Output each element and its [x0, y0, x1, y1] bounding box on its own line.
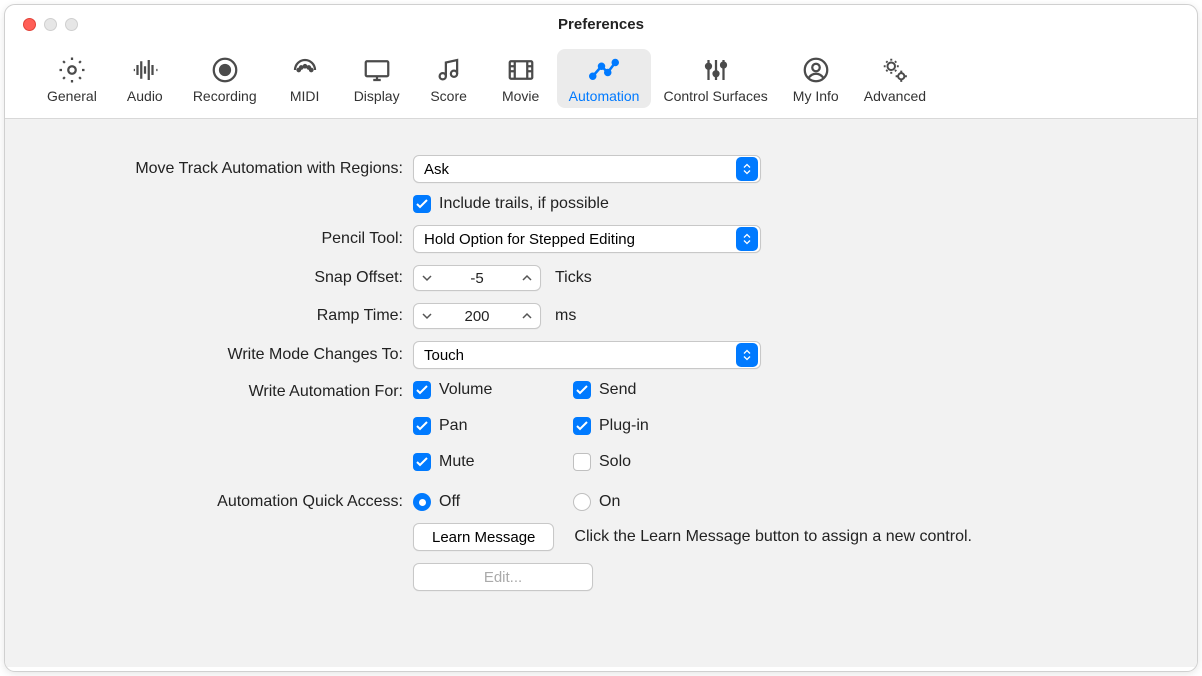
window-controls [23, 18, 78, 31]
write-mute-label: Mute [439, 453, 475, 471]
tab-label: Display [354, 88, 400, 104]
tab-midi[interactable]: MIDI [269, 49, 341, 108]
movie-icon [506, 55, 536, 85]
write-mode-value: Touch [424, 347, 728, 364]
tab-my-info[interactable]: My Info [780, 49, 852, 108]
automation-pane: Move Track Automation with Regions: Ask [5, 119, 1197, 667]
quick-access-on-label: On [599, 493, 620, 511]
automation-icon [589, 55, 619, 85]
tab-label: General [47, 88, 97, 104]
radio-icon [573, 493, 591, 511]
tab-control-surfaces[interactable]: Control Surfaces [651, 49, 779, 108]
include-trails-checkbox[interactable]: Include trails, if possible [413, 195, 609, 213]
checkbox-icon [573, 417, 591, 435]
tab-label: Score [430, 88, 467, 104]
write-mute-checkbox[interactable]: Mute [413, 453, 533, 471]
write-volume-label: Volume [439, 381, 492, 399]
snap-offset-stepper[interactable]: -5 [413, 265, 541, 291]
checkbox-icon [413, 453, 431, 471]
stepper-up-icon[interactable] [514, 266, 540, 290]
gear-icon [57, 55, 87, 85]
write-plugin-checkbox[interactable]: Plug-in [573, 417, 693, 435]
write-pan-label: Pan [439, 417, 467, 435]
checkbox-icon [573, 381, 591, 399]
popup-arrows-icon [736, 157, 758, 181]
radio-icon [413, 493, 431, 511]
midi-icon [290, 55, 320, 85]
zoom-button[interactable] [65, 18, 78, 31]
record-icon [210, 55, 240, 85]
user-icon [801, 55, 831, 85]
stepper-up-icon[interactable] [514, 304, 540, 328]
tab-audio[interactable]: Audio [109, 49, 181, 108]
tab-label: Movie [502, 88, 539, 104]
gears-icon [880, 55, 910, 85]
write-plugin-label: Plug-in [599, 417, 649, 435]
toolbar: General Audio Recording MIDI Display [5, 43, 1197, 119]
stepper-down-icon[interactable] [414, 266, 440, 290]
popup-arrows-icon [736, 343, 758, 367]
popup-arrows-icon [736, 227, 758, 251]
sliders-icon [701, 55, 731, 85]
window-title: Preferences [558, 16, 644, 33]
snap-offset-label: Snap Offset: [41, 269, 413, 287]
ramp-time-value: 200 [440, 308, 514, 325]
ramp-time-stepper[interactable]: 200 [413, 303, 541, 329]
pencil-tool-label: Pencil Tool: [41, 230, 413, 248]
move-track-label: Move Track Automation with Regions: [41, 160, 413, 178]
write-mode-popup[interactable]: Touch [413, 341, 761, 369]
move-track-value: Ask [424, 161, 728, 178]
write-solo-label: Solo [599, 453, 631, 471]
checkbox-icon [413, 417, 431, 435]
learn-message-button[interactable]: Learn Message [413, 523, 554, 551]
tab-label: Recording [193, 88, 257, 104]
quick-access-off-radio[interactable]: Off [413, 493, 533, 511]
snap-offset-value: -5 [440, 270, 514, 287]
write-pan-checkbox[interactable]: Pan [413, 417, 533, 435]
tab-label: Control Surfaces [663, 88, 767, 104]
titlebar: Preferences [5, 5, 1197, 43]
quick-access-off-label: Off [439, 493, 460, 511]
learn-hint: Click the Learn Message button to assign… [574, 528, 972, 546]
write-solo-checkbox[interactable]: Solo [573, 453, 693, 471]
tab-recording[interactable]: Recording [181, 49, 269, 108]
tab-advanced[interactable]: Advanced [852, 49, 938, 108]
write-for-label: Write Automation For: [41, 381, 413, 401]
stepper-down-icon[interactable] [414, 304, 440, 328]
ramp-time-label: Ramp Time: [41, 307, 413, 325]
edit-button[interactable]: Edit... [413, 563, 593, 591]
waveform-icon [130, 55, 160, 85]
write-send-checkbox[interactable]: Send [573, 381, 693, 399]
tab-general[interactable]: General [35, 49, 109, 108]
ramp-time-unit: ms [555, 307, 576, 325]
display-icon [362, 55, 392, 85]
tab-automation[interactable]: Automation [557, 49, 652, 108]
checkbox-icon [413, 195, 431, 213]
write-send-label: Send [599, 381, 636, 399]
tab-movie[interactable]: Movie [485, 49, 557, 108]
checkbox-icon [413, 381, 431, 399]
tab-label: My Info [793, 88, 839, 104]
tab-label: Advanced [864, 88, 926, 104]
checkbox-icon [573, 453, 591, 471]
tab-label: Automation [569, 88, 640, 104]
quick-access-label: Automation Quick Access: [41, 493, 413, 511]
tab-display[interactable]: Display [341, 49, 413, 108]
pencil-tool-popup[interactable]: Hold Option for Stepped Editing [413, 225, 761, 253]
score-icon [434, 55, 464, 85]
tab-label: MIDI [290, 88, 320, 104]
include-trails-label: Include trails, if possible [439, 195, 609, 213]
snap-offset-unit: Ticks [555, 269, 592, 287]
quick-access-on-radio[interactable]: On [573, 493, 620, 511]
tab-score[interactable]: Score [413, 49, 485, 108]
preferences-window: Preferences General Audio Recording MIDI [4, 4, 1198, 672]
move-track-popup[interactable]: Ask [413, 155, 761, 183]
pencil-tool-value: Hold Option for Stepped Editing [424, 231, 728, 248]
write-volume-checkbox[interactable]: Volume [413, 381, 533, 399]
minimize-button[interactable] [44, 18, 57, 31]
write-mode-label: Write Mode Changes To: [41, 346, 413, 364]
close-button[interactable] [23, 18, 36, 31]
tab-label: Audio [127, 88, 163, 104]
